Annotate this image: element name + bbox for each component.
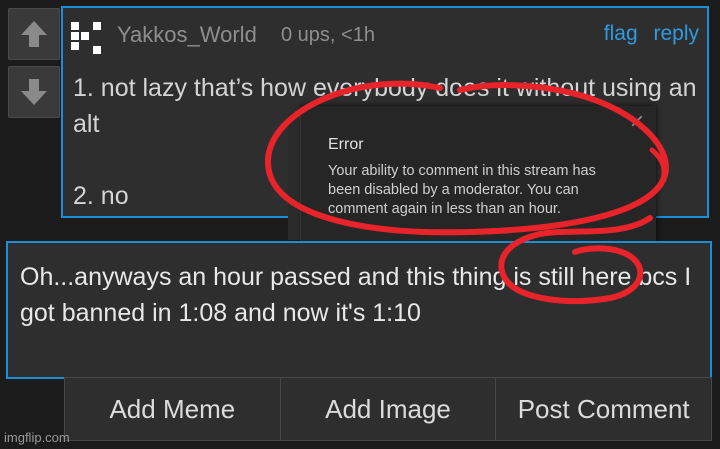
upvote-button[interactable] (8, 8, 60, 60)
dialog-edge (288, 114, 301, 240)
watermark: imgflip.com (4, 430, 70, 445)
error-title: Error (328, 136, 364, 153)
comment-meta: 0 ups, <1h (281, 24, 375, 46)
comment-input-text: Oh...anyways an hour passed and this thi… (20, 263, 692, 327)
comment-input[interactable]: Oh...anyways an hour passed and this thi… (6, 241, 712, 379)
comment-actions: flag reply (594, 22, 699, 46)
reply-link[interactable]: reply (653, 22, 699, 45)
error-message: Your ability to comment in this stream h… (328, 163, 596, 217)
error-dialog-screenshot: × Error Your ability to comment in this … (288, 106, 656, 246)
add-image-button[interactable]: Add Image (281, 378, 497, 440)
down-arrow-icon (21, 79, 47, 105)
avatar[interactable] (69, 18, 109, 58)
post-comment-button[interactable]: Post Comment (496, 378, 711, 440)
comment-username[interactable]: Yakkos_World (117, 22, 257, 48)
composer-buttons: Add Meme Add Image Post Comment (64, 377, 712, 441)
close-icon: × (629, 108, 644, 135)
add-meme-button[interactable]: Add Meme (65, 378, 281, 440)
vote-column (8, 8, 60, 124)
up-arrow-icon (21, 21, 47, 47)
downvote-button[interactable] (8, 66, 60, 118)
flag-link[interactable]: flag (604, 22, 638, 45)
